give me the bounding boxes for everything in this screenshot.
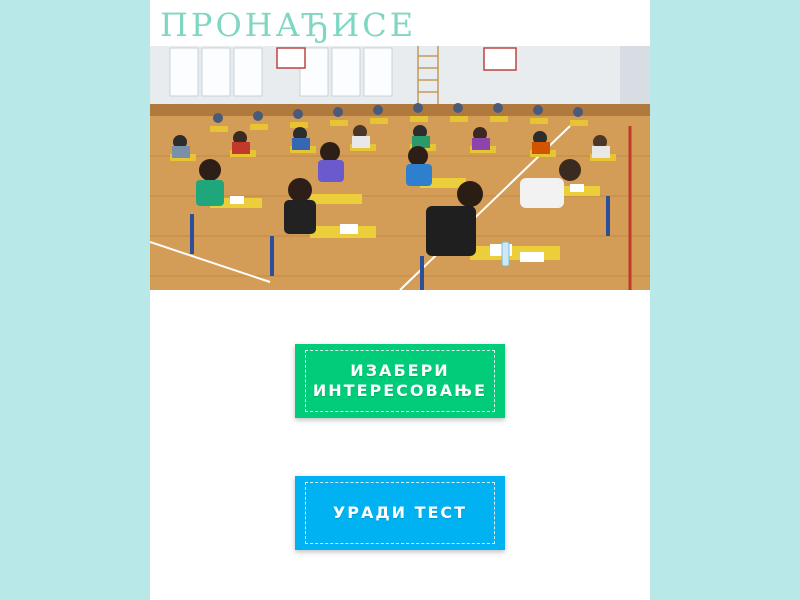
- choose-interest-label: ИЗАБЕРИ ИНТЕРЕСОВАЊЕ: [312, 361, 488, 400]
- take-test-button[interactable]: УРАДИ ТЕСТ: [295, 476, 505, 550]
- site-logo[interactable]: ПРОНАЂИСЕ: [160, 6, 416, 44]
- choose-interest-button[interactable]: ИЗАБЕРИ ИНТЕРЕСОВАЊЕ: [295, 344, 505, 418]
- main-panel: ПРОНАЂИСЕ ИЗАБЕРИ ИНТЕРЕСОВАЊЕ УРАДИ ТЕС…: [150, 0, 650, 600]
- hero-photo: [150, 46, 650, 290]
- take-test-label: УРАДИ ТЕСТ: [332, 503, 468, 522]
